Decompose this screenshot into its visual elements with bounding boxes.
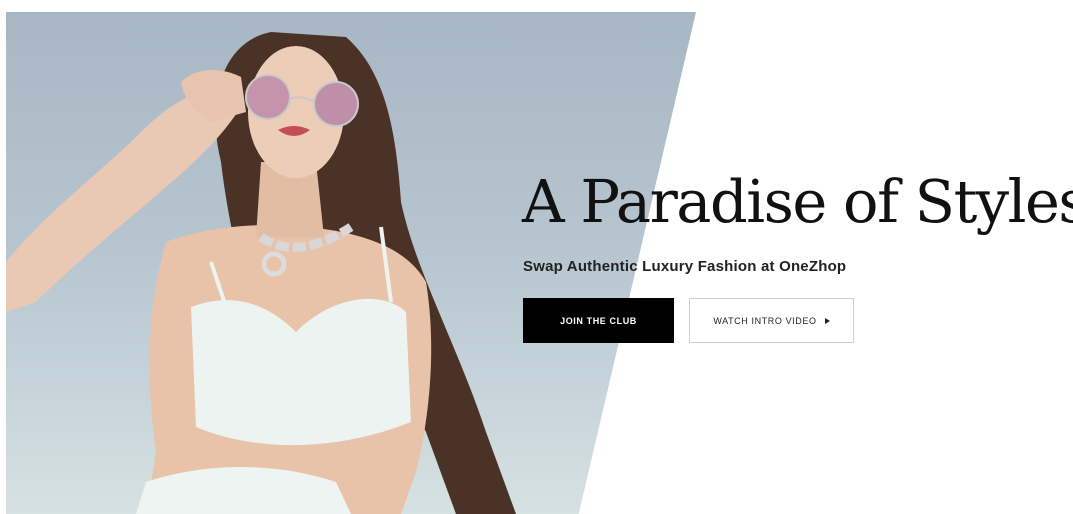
hero-section: A Paradise of Styles Swap Authentic Luxu… — [0, 0, 1073, 514]
play-icon — [824, 317, 830, 324]
watch-intro-video-button[interactable]: WATCH INTRO VIDEO — [689, 298, 854, 343]
hero-headline: A Paradise of Styles — [522, 167, 1073, 236]
watch-intro-video-label: WATCH INTRO VIDEO — [713, 315, 817, 326]
join-the-club-label: JOIN THE CLUB — [560, 315, 637, 326]
hero-subheadline: Swap Authentic Luxury Fashion at OneZhop — [523, 258, 847, 275]
join-the-club-button[interactable]: JOIN THE CLUB — [523, 298, 674, 343]
